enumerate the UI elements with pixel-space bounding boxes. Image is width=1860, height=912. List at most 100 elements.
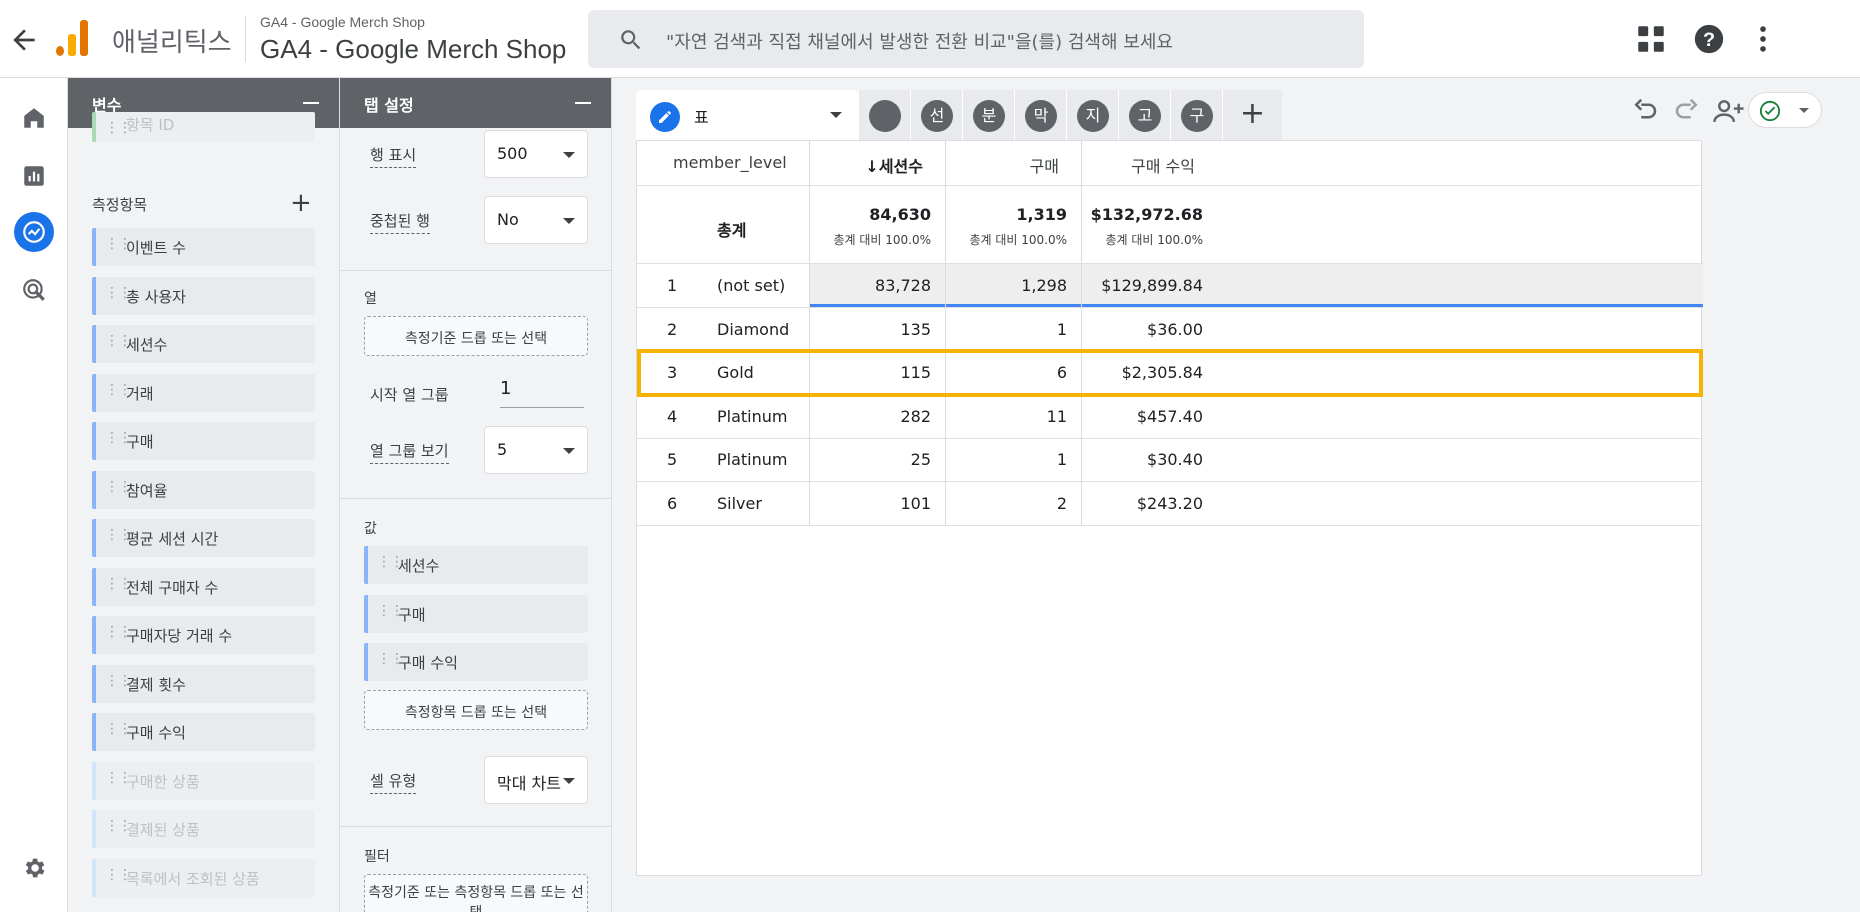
app-name[interactable]: 애널리틱스 [112,22,232,59]
share-people-icon[interactable] [1712,96,1746,126]
drag-handle-icon[interactable]: ⋮⋮ [105,333,132,349]
visualization-tab[interactable] [858,90,910,140]
drag-handle-icon[interactable]: ⋮⋮ [105,673,132,689]
settings-icon[interactable] [14,848,54,888]
table-row[interactable]: 5 Platinum 25 1 $30.40 [637,438,1703,481]
drag-handle-icon[interactable]: ⋮⋮ [105,527,132,543]
nested-rows-select[interactable]: No [484,196,588,244]
drag-handle-icon[interactable]: ⋮⋮ [377,603,404,619]
drag-handle-icon[interactable]: ⋮⋮ [105,721,132,737]
table-row[interactable]: 1 (not set) 83,728 1,298 $129,899.84 [637,264,1703,307]
metric-chip[interactable]: ⋮⋮ 이벤트 수 [92,228,315,266]
metric-chip[interactable]: ⋮⋮ 결제 횟수 [92,664,315,703]
drag-handle-icon[interactable]: ⋮⋮ [105,576,132,592]
analytics-logo-icon[interactable] [56,20,90,56]
drag-handle-icon[interactable]: ⋮⋮ [105,818,132,834]
drag-handle-icon[interactable]: ⋮⋮ [105,770,132,786]
add-tab-button[interactable]: + [1222,90,1282,140]
metric-chip[interactable]: ⋮⋮ 목록에서 조회된 상품 [92,858,315,897]
filter-dropzone[interactable]: 측정기준 또는 측정항목 드롭 또는 선택 [364,874,588,912]
cell-type-select[interactable]: 막대 차트 [484,756,588,804]
exploration-canvas: 표 선분막지고구 + member_level ↓세션수 구매 구매 수익 총계… [612,78,1860,912]
metric-chip[interactable]: ⋮⋮ 참여율 [92,470,315,509]
more-vert-icon[interactable] [1746,22,1780,56]
metric-chip[interactable]: ⋮⋮ 구매한 상품 [92,761,315,800]
member-level-cell: (not set) [717,276,786,295]
back-arrow-icon[interactable] [8,24,40,56]
start-group-input[interactable]: 1 [500,374,584,408]
purchases-cell: 1 [1056,450,1067,470]
start-group-label: 시작 열 그룹 [370,386,449,404]
metric-chip-label: 결제된 상품 [126,821,200,839]
home-icon[interactable] [14,98,54,138]
visualization-tab[interactable]: 선 [910,90,962,140]
table-row[interactable]: 6 Silver 101 2 $243.20 [637,482,1703,525]
help-icon[interactable]: ? [1692,22,1726,56]
header-sessions[interactable]: ↓세션수 [783,153,923,177]
columns-dropzone[interactable]: 측정기준 드롭 또는 선택 [364,316,588,356]
redo-icon[interactable] [1672,96,1702,126]
total-percent: 총계 대비 100.0% [833,233,931,247]
rows-select[interactable]: 500 [484,130,588,178]
metric-chip[interactable]: ⋮⋮ 구매 [92,422,315,460]
table-row[interactable]: 4 Platinum 282 11 $457.40 [637,395,1703,438]
columns-label: 열 [364,291,377,307]
metric-chip[interactable]: ⋮⋮ 평균 세션 시간 [92,519,315,557]
check-circle-icon [1759,100,1781,122]
highlighted-row-frame [637,349,1703,397]
drag-handle-icon[interactable]: ⋮⋮ [105,867,132,883]
metric-chip[interactable]: ⋮⋮ 거래 [92,373,315,412]
metric-chip[interactable]: ⋮⋮ 구매 수익 [92,713,315,751]
visualization-tab[interactable]: 지 [1066,90,1118,140]
values-dropzone[interactable]: 측정항목 드롭 또는 선택 [364,690,588,730]
apps-grid-icon[interactable] [1634,22,1668,56]
value-chip[interactable]: ⋮⋮ 세션수 [364,546,588,584]
drag-handle-icon[interactable]: ⋮⋮ [105,236,132,252]
search-bar[interactable]: "자연 검색과 직접 채널에서 발생한 전환 비교"을(를) 검색해 보세요 [588,10,1364,68]
advertising-icon[interactable] [14,270,54,310]
header-purchases[interactable]: 구매 [919,153,1059,177]
drag-handle-icon[interactable]: ⋮⋮ [105,624,132,640]
explore-icon[interactable] [14,212,54,252]
drag-handle-icon[interactable]: ⋮⋮ [105,382,132,398]
revenue-cell: $243.20 [1136,494,1203,513]
status-check-button[interactable] [1748,92,1822,128]
metric-chip[interactable]: ⋮⋮ 구매자당 거래 수 [92,616,315,654]
header-member-level[interactable]: member_level [673,153,787,172]
chevron-down-icon[interactable] [830,112,842,118]
drag-handle-icon[interactable]: ⋮⋮ [105,285,132,301]
drag-handle-icon[interactable]: ⋮⋮ [105,430,132,446]
pencil-icon[interactable] [650,102,680,132]
divider [245,16,246,62]
tab-freeform[interactable]: 표 [636,90,858,140]
visualization-tab[interactable]: 분 [962,90,1014,140]
property-name[interactable]: GA4 - Google Merch Shop [260,34,566,65]
visualization-tab[interactable]: 막 [1014,90,1066,140]
drag-handle-icon[interactable]: ⋮⋮ [377,554,404,570]
property-account-label[interactable]: GA4 - Google Merch Shop [260,14,425,30]
collapse-icon[interactable] [575,102,591,104]
drag-handle-icon[interactable]: ⋮⋮ [377,651,404,667]
data-table: member_level ↓세션수 구매 구매 수익 총계 84,630 총계 대… [636,140,1703,876]
sessions-cell: 282 [900,406,931,426]
header-revenue[interactable]: 구매 수익 [1055,153,1195,177]
value-chip[interactable]: ⋮⋮ 구매 [364,594,588,633]
value-chip[interactable]: ⋮⋮ 구매 수익 [364,643,588,681]
chevron-down-icon [563,778,575,784]
reports-icon[interactable] [14,156,54,196]
collapse-icon[interactable] [303,102,319,104]
metric-chip[interactable]: ⋮⋮ 총 사용자 [92,276,315,315]
show-groups-select[interactable]: 5 [484,426,588,474]
undo-icon[interactable] [1630,96,1660,126]
metric-chip[interactable]: ⋮⋮ 전체 구매자 수 [92,567,315,606]
add-metric-button[interactable]: + [290,190,312,216]
visualization-tab[interactable]: 구 [1170,90,1222,140]
revenue-cell: $457.40 [1136,406,1203,426]
table-row[interactable]: 2 Diamond 135 1 $36.00 [637,308,1703,351]
sessions-cell: 83,728 [875,276,931,295]
metric-chip[interactable]: ⋮⋮ 결제된 상품 [92,810,315,848]
dimension-chip-clipped[interactable]: ⋮⋮ 항목 ID [92,112,315,142]
drag-handle-icon[interactable]: ⋮⋮ [105,479,132,495]
metric-chip[interactable]: ⋮⋮ 세션수 [92,325,315,363]
visualization-tab[interactable]: 고 [1118,90,1170,140]
